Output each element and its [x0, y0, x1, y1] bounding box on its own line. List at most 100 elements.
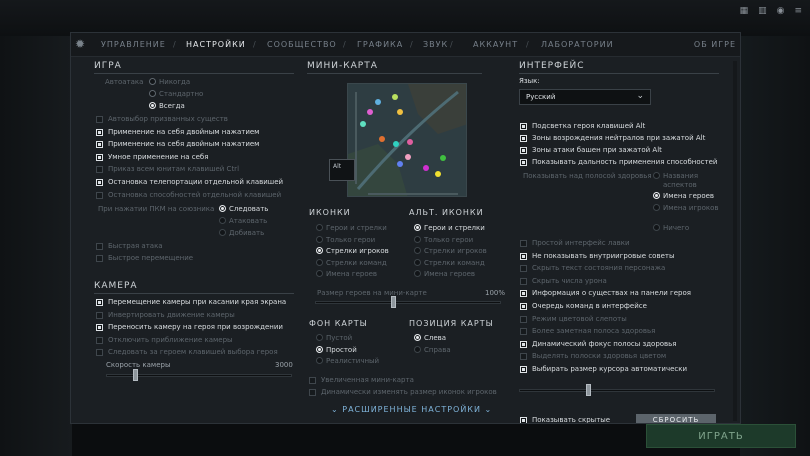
rmb-follow-radio[interactable]	[219, 205, 226, 212]
big-minimap-checkbox[interactable]	[309, 377, 316, 384]
icons-option-radio[interactable]	[316, 235, 323, 243]
divider	[307, 73, 482, 74]
menu-icon[interactable]: ≡	[794, 6, 802, 16]
autoattack-never-radio[interactable]	[149, 78, 156, 85]
advanced-settings-button[interactable]: ⌄ РАСШИРЕННЫЕ НАСТРОЙКИ ⌄	[331, 405, 492, 414]
tab-graphics[interactable]: ГРАФИКА	[357, 40, 403, 49]
health-none-radio[interactable]	[653, 224, 660, 231]
map-pos-option-radio[interactable]	[414, 345, 421, 353]
left-background	[0, 36, 72, 456]
health-players-radio[interactable]	[653, 204, 660, 211]
camera-option-label: Инвертировать движение камеры	[108, 310, 235, 319]
icons-option-radio[interactable]	[316, 247, 323, 254]
minimap-size-thumb[interactable]	[390, 296, 396, 308]
dynamic-icon-size-label: Динамически изменять размер иконок игрок…	[321, 388, 497, 396]
alt-icons-option-label: Только герои	[424, 235, 474, 244]
alt-icons-option-radio[interactable]	[414, 247, 421, 254]
game-option-checkbox[interactable]	[96, 128, 103, 136]
tab-labs[interactable]: ЛАБОРАТОРИИ	[541, 40, 614, 49]
big-minimap-label: Увеличенная мини-карта	[321, 376, 414, 384]
interface-option-checkbox[interactable]	[520, 290, 527, 298]
rmb-deny-radio[interactable]	[219, 229, 226, 236]
interface-option-label: Информация о существах на панели героя	[532, 289, 691, 298]
play-button[interactable]: ИГРАТЬ	[646, 424, 796, 448]
interface-option-checkbox[interactable]	[520, 265, 527, 273]
interface-option-checkbox[interactable]	[520, 277, 527, 285]
game-option-checkbox[interactable]	[96, 116, 103, 123]
icons-option-radio[interactable]	[316, 258, 323, 266]
reset-button[interactable]: СБРОСИТЬ	[636, 414, 716, 423]
game-option-checkbox[interactable]	[96, 191, 103, 199]
camera-speed-thumb[interactable]	[133, 369, 138, 381]
interface-option-checkbox[interactable]	[520, 252, 527, 260]
tab-about[interactable]: ОБ ИГРЕ	[694, 40, 736, 49]
interface-option-label: Скрыть текст состояния персонажа	[532, 264, 666, 273]
map-bg-option-radio[interactable]	[316, 334, 323, 341]
tab-account[interactable]: АККАУНТ	[473, 40, 518, 49]
interface-option-checkbox[interactable]	[520, 353, 527, 361]
tab-settings[interactable]: НАСТРОЙКИ	[186, 40, 246, 49]
interface-option-checkbox[interactable]	[520, 123, 527, 130]
map-bg-option-radio[interactable]	[316, 345, 323, 353]
game-option-checkbox[interactable]	[96, 179, 103, 186]
game-option-checkbox[interactable]	[96, 153, 103, 161]
settings-icon[interactable]: ▦	[740, 6, 749, 16]
alt-icons-option-radio[interactable]	[414, 224, 421, 231]
autoattack-always-radio[interactable]	[149, 102, 156, 109]
game-option-checkbox[interactable]	[96, 141, 103, 149]
profile-icon[interactable]: ◉	[777, 6, 785, 16]
game-option-label: Применение на себя двойным нажатием	[108, 140, 260, 149]
scrollbar[interactable]	[733, 61, 737, 421]
interface-option-checkbox[interactable]	[520, 135, 527, 142]
interface-option-checkbox[interactable]	[520, 315, 527, 323]
minimap-size-slider[interactable]	[315, 301, 501, 304]
camera-option-checkbox[interactable]	[96, 299, 103, 306]
interface-option-checkbox[interactable]	[520, 328, 527, 336]
interface-option-label: Показывать дальность применения способно…	[532, 158, 718, 166]
interface-option-checkbox[interactable]	[520, 303, 527, 310]
interface-option-checkbox[interactable]	[520, 159, 527, 166]
cursor-size-thumb[interactable]	[585, 384, 591, 396]
rmb-follow-label: Следовать	[229, 205, 269, 213]
health-heroes-radio[interactable]	[653, 192, 660, 199]
health-aspects-radio[interactable]	[653, 172, 660, 179]
alt-icons-option-radio[interactable]	[414, 258, 421, 266]
cursor-size-slider[interactable]	[519, 389, 715, 392]
icons-option-label: Стрелки команд	[326, 258, 387, 267]
interface-option-checkbox[interactable]	[520, 366, 527, 373]
camera-section-title: КАМЕРА	[94, 281, 138, 291]
camera-option-checkbox[interactable]	[96, 324, 103, 332]
stats-icon[interactable]: ▥	[758, 6, 767, 16]
camera-option-checkbox[interactable]	[96, 349, 103, 357]
tab-community[interactable]: СООБЩЕСТВО	[267, 40, 337, 49]
fast-attack-checkbox[interactable]	[96, 243, 103, 250]
health-bar-label: Показывать над полосой здоровья	[523, 172, 652, 180]
language-value: Русский	[526, 93, 556, 101]
tab-separator: /	[253, 40, 257, 49]
icons-option-radio[interactable]	[316, 224, 323, 231]
language-select[interactable]: Русский ⌄	[519, 89, 651, 105]
fast-move-checkbox[interactable]	[96, 255, 103, 262]
game-option-label: Умное применение на себя	[108, 152, 209, 161]
camera-option-label: Переносить камеру на героя при возрожден…	[108, 323, 283, 332]
map-bg-option-radio[interactable]	[316, 357, 323, 364]
dynamic-icon-size-checkbox[interactable]	[309, 389, 316, 396]
interface-option-checkbox[interactable]	[520, 147, 527, 154]
interface-option-label: Простой интерфейс лавки	[532, 239, 630, 247]
autoattack-standard-radio[interactable]	[149, 90, 156, 97]
show-hidden-checkbox[interactable]	[520, 417, 527, 423]
map-bg-option-label: Пустой	[326, 334, 353, 342]
game-option-checkbox[interactable]	[96, 166, 103, 174]
tab-controls[interactable]: УПРАВЛЕНИЕ	[101, 40, 166, 49]
icons-option-radio[interactable]	[316, 270, 323, 277]
game-option-label: Приказ всем юнитам клавишей Ctrl	[108, 165, 240, 174]
map-pos-option-radio[interactable]	[414, 334, 421, 341]
tab-sound[interactable]: ЗВУК	[423, 40, 448, 49]
alt-icons-option-radio[interactable]	[414, 235, 421, 243]
rmb-attack-radio[interactable]	[219, 217, 226, 224]
interface-option-checkbox[interactable]	[520, 340, 527, 348]
camera-option-checkbox[interactable]	[96, 311, 103, 319]
alt-icons-option-radio[interactable]	[414, 270, 421, 277]
interface-option-checkbox[interactable]	[520, 240, 527, 247]
camera-option-checkbox[interactable]	[96, 336, 103, 344]
